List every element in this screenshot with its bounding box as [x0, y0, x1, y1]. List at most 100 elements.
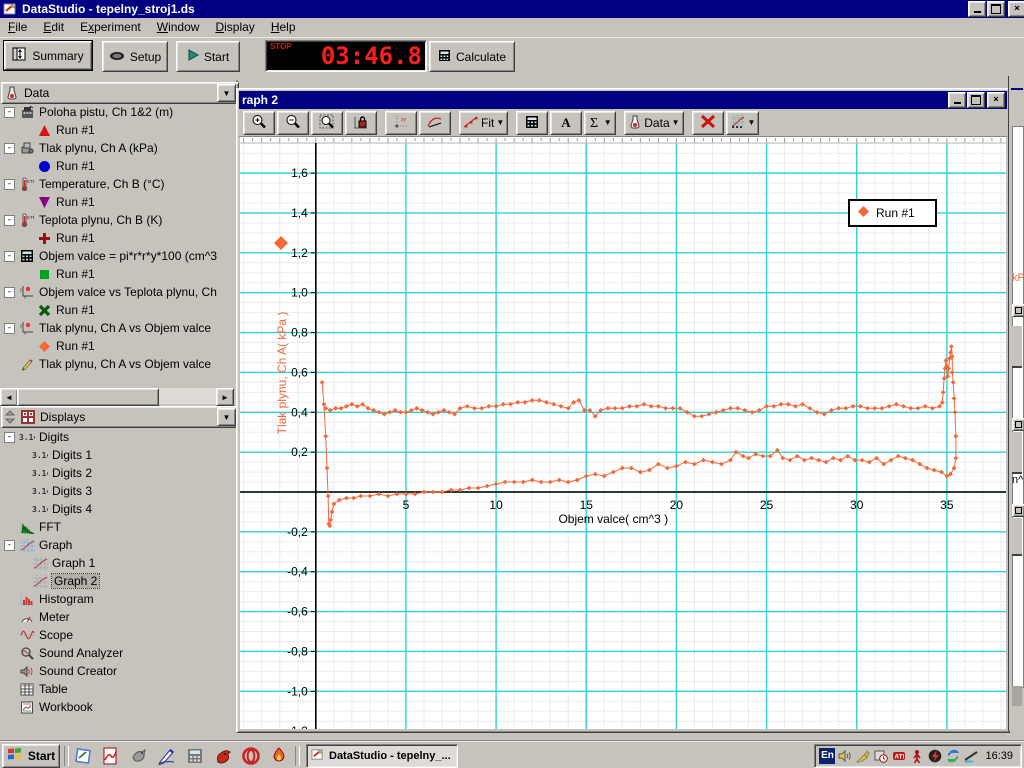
data-run-item[interactable]: Run #1 [0, 229, 234, 247]
data-run-item[interactable]: Run #1 [0, 121, 234, 139]
fft-icon [19, 519, 35, 535]
fit-menu-button[interactable]: Fit▼ [459, 111, 508, 135]
menu-experiment[interactable]: Experiment [72, 18, 149, 37]
zoom-select-button[interactable] [311, 111, 343, 135]
tray-z-icon[interactable] [963, 748, 979, 764]
statistics-button[interactable]: Σ▼ [584, 111, 616, 135]
tree-expander[interactable]: - [4, 287, 15, 298]
zoom-out-button[interactable] [277, 111, 309, 135]
display-item-digits[interactable]: -3.14Digits [0, 428, 234, 446]
display-subitem-digits-2[interactable]: 3.14Digits 2 [0, 464, 234, 482]
display-subitem-digits-4[interactable]: 3.14Digits 4 [0, 500, 234, 518]
tray-sync-icon[interactable] [945, 748, 961, 764]
maximize-button[interactable] [987, 1, 1005, 17]
zoom-in-button[interactable] [243, 111, 275, 135]
display-item-table[interactable]: Table [0, 680, 234, 698]
tray-red-figure-icon[interactable] [909, 748, 925, 764]
tray-lightning-icon[interactable] [927, 748, 943, 764]
menu-edit[interactable]: Edit [35, 18, 72, 37]
display-item-sound-analyzer[interactable]: Sound Analyzer [0, 644, 234, 662]
quicklaunch-journal-icon[interactable] [73, 746, 93, 766]
menu-file[interactable]: File [0, 18, 35, 37]
data-tree-hscrollbar[interactable]: ◄ ► [0, 388, 234, 404]
tray-volume-icon[interactable] [837, 748, 853, 764]
close-button[interactable]: × [1008, 1, 1024, 17]
display-subitem-graph-1[interactable]: Graph 1 [0, 554, 234, 572]
tray-language-indicator[interactable]: En [819, 748, 835, 764]
legend-box[interactable]: Run #1 [848, 199, 937, 227]
tray-scheduler-icon[interactable] [873, 748, 889, 764]
tray-brush-icon[interactable] [855, 748, 871, 764]
display-subitem-digits-1[interactable]: 3.14Digits 1 [0, 446, 234, 464]
display-item-workbook[interactable]: Workbook [0, 698, 234, 716]
quicklaunch-flame-icon[interactable] [269, 746, 289, 766]
display-item-meter[interactable]: Meter [0, 608, 234, 626]
tree-expander[interactable]: - [4, 540, 15, 551]
display-item-histogram[interactable]: Histogram [0, 590, 234, 608]
calculator-button[interactable] [516, 111, 548, 135]
data-run-item[interactable]: Run #1 [0, 265, 234, 283]
data-panel-header[interactable]: Data ▼ [1, 82, 239, 104]
tree-expander[interactable]: - [4, 323, 15, 334]
tree-expander[interactable]: - [4, 143, 15, 154]
slope-tool-button[interactable] [419, 111, 451, 135]
data-dropdown-button[interactable]: ▼ [217, 84, 236, 102]
plot-area[interactable]: 1,61,41,21,00,80,60,40,2-0,2-0,4-0,6-0,8… [240, 137, 1006, 729]
graph-settings-button[interactable]: ▼ [726, 111, 760, 135]
graph-maximize-button[interactable] [967, 92, 985, 108]
displays-dropdown-button[interactable]: ▼ [217, 408, 236, 426]
scale-lock-button[interactable] [345, 111, 377, 135]
tray-ati-icon[interactable]: ATI [891, 748, 907, 764]
display-subitem-digits-3[interactable]: 3.14Digits 3 [0, 482, 234, 500]
tree-expander[interactable]: - [4, 215, 15, 226]
display-item-fft[interactable]: FFT [0, 518, 234, 536]
data-item[interactable]: -Poloha pistu, Ch 1&2 (m) [0, 103, 234, 121]
data-run-item[interactable]: Run #1 [0, 301, 234, 319]
graph-minimize-button[interactable] [948, 92, 966, 108]
data-item[interactable]: -Tlak plynu, Ch A (kPa) [0, 139, 234, 157]
start-button[interactable]: Start [176, 41, 240, 72]
quicklaunch-pdf-icon[interactable] [101, 746, 121, 766]
data-run-item[interactable]: Run #1 [0, 193, 234, 211]
quicklaunch-dragon-icon[interactable] [213, 746, 233, 766]
data-item[interactable]: -Objem valce = pi*r*r*y*100 (cm^3 [0, 247, 234, 265]
taskbar-start-button[interactable]: Start [2, 744, 60, 768]
display-subitem-graph-2[interactable]: Graph 2 [0, 572, 234, 590]
data-menu-button[interactable]: Data▼ [624, 111, 683, 135]
scroll-thumb[interactable] [17, 388, 159, 406]
scroll-right-button[interactable]: ► [216, 388, 234, 406]
scroll-left-button[interactable]: ◄ [0, 388, 18, 406]
tree-expander[interactable]: - [4, 432, 15, 443]
tree-expander[interactable]: - [4, 179, 15, 190]
data-item[interactable]: -KTDTemperature, Ch B (°C) [0, 175, 234, 193]
calculate-button[interactable]: Calculate [429, 41, 515, 72]
data-run-item[interactable]: Run #1 [0, 337, 234, 355]
menu-window[interactable]: Window [149, 18, 208, 37]
data-item[interactable]: -xyObjem valce vs Teplota plynu, Ch [0, 283, 234, 301]
tree-expander[interactable]: - [4, 251, 15, 262]
text-annotation-button[interactable]: A [550, 111, 582, 135]
setup-button[interactable]: Setup [102, 41, 168, 72]
quicklaunch-pen-icon[interactable] [157, 746, 177, 766]
displays-panel-header[interactable]: Displays ▼ [1, 406, 239, 428]
delete-button[interactable] [692, 111, 724, 135]
display-item-sound-creator[interactable]: Sound Creator [0, 662, 234, 680]
quicklaunch-calculator-icon[interactable] [185, 746, 205, 766]
smart-tool-button[interactable]: xy [385, 111, 417, 135]
taskbar-task-datastudio[interactable]: DataStudio - tepelny_... [306, 744, 458, 768]
tree-expander[interactable]: - [4, 107, 15, 118]
graph-close-button[interactable]: × [987, 92, 1005, 108]
display-item-graph[interactable]: -Graph [0, 536, 234, 554]
minimize-button[interactable] [968, 1, 986, 17]
menu-display[interactable]: Display [207, 18, 262, 37]
data-item[interactable]: -KTDTeplota plynu, Ch B (K) [0, 211, 234, 229]
quicklaunch-opera-icon[interactable] [241, 746, 261, 766]
menu-help[interactable]: Help [263, 18, 304, 37]
display-item-scope[interactable]: Scope [0, 626, 234, 644]
data-item[interactable]: Tlak plynu, Ch A vs Objem valce [0, 355, 234, 373]
data-run-item[interactable]: Run #1 [0, 157, 234, 175]
data-item[interactable]: -xyTlak plynu, Ch A vs Objem valce [0, 319, 234, 337]
quicklaunch-bird-icon[interactable] [129, 746, 149, 766]
graph-window-titlebar[interactable]: raph 2 × [239, 91, 1007, 109]
summary-button[interactable]: Summary [4, 41, 92, 70]
